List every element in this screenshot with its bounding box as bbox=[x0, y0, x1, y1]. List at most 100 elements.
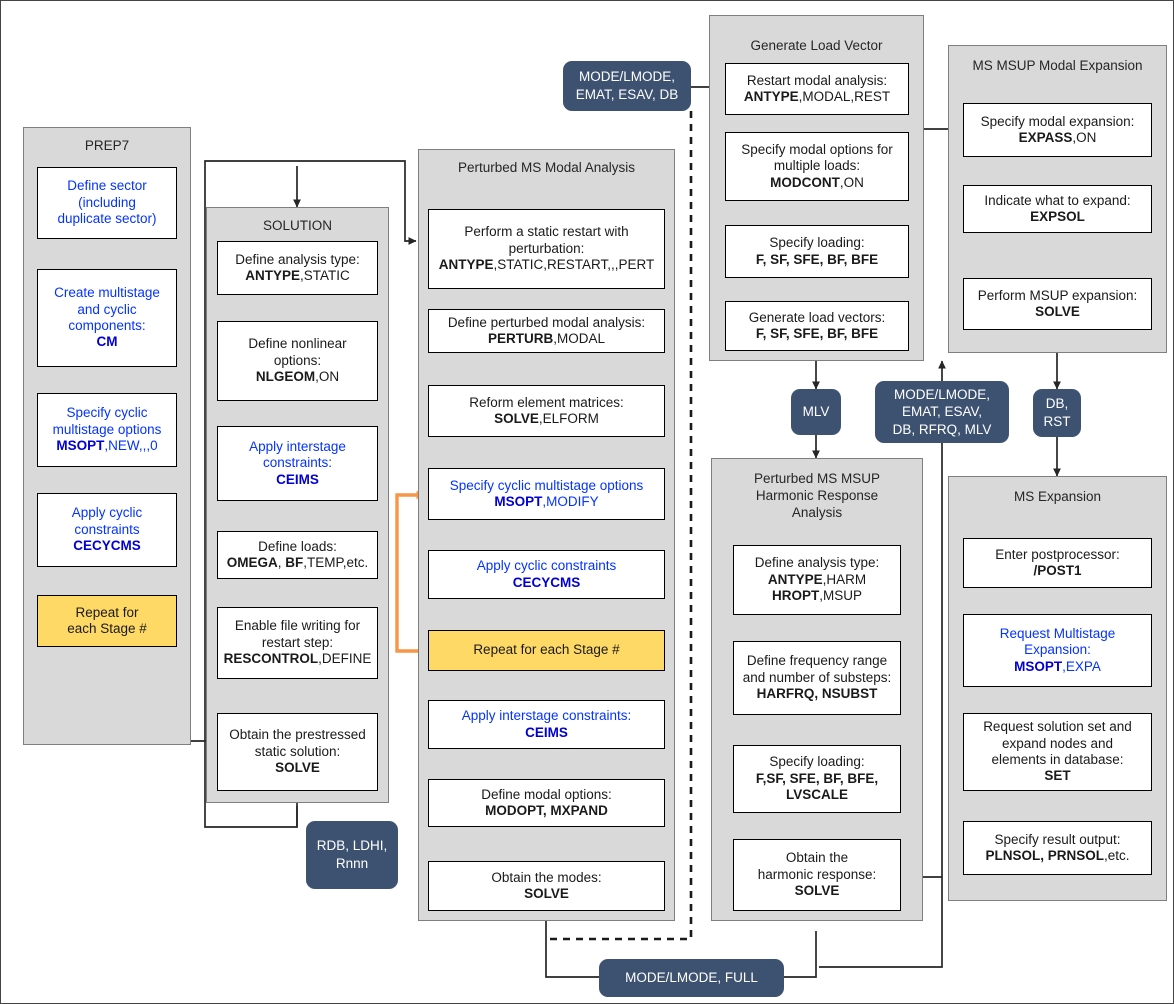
node-line2: static solution: bbox=[254, 743, 341, 759]
node-command: SET bbox=[1044, 768, 1071, 784]
node-apply-interstage-constraints-modal[interactable]: Apply interstage constraints: CEIMS bbox=[428, 700, 665, 749]
node-line2: Expansion: bbox=[1024, 642, 1091, 658]
node-command: CECYCMS bbox=[512, 574, 581, 590]
node-specify-loading-lv[interactable]: Specify loading: F, SF, SFE, BF, BFE bbox=[725, 225, 909, 278]
node-request-multistage-expansion[interactable]: Request Multistage Expansion: MSOPT,EXPA bbox=[963, 614, 1152, 687]
node-line2: multistage options bbox=[52, 421, 162, 437]
node-line1: Define loads: bbox=[258, 538, 337, 554]
node-command2: LVSCALE bbox=[785, 787, 848, 803]
node-reform-element-matrices[interactable]: Reform element matrices: SOLVE,ELFORM bbox=[428, 385, 665, 437]
node-indicate-what-to-expand[interactable]: Indicate what to expand: EXPSOL bbox=[963, 185, 1152, 233]
node-define-loads[interactable]: Define loads: OMEGA, BF,TEMP,etc. bbox=[217, 531, 378, 579]
node-request-solution-set[interactable]: Request solution set and expand nodes an… bbox=[963, 713, 1152, 791]
group-title-generate-load-vector: Generate Load Vector bbox=[750, 38, 883, 53]
node-repeat-stage-prep7[interactable]: Repeat for each Stage # bbox=[37, 595, 177, 647]
badge-line2: EMAT, ESAV, bbox=[901, 404, 982, 420]
node-define-modal-options[interactable]: Define modal options: MODOPT, MXPAND bbox=[428, 779, 665, 827]
node-args: ,DEFINE bbox=[318, 651, 372, 667]
node-args: ,ON bbox=[839, 174, 864, 190]
node-line1: Define sector bbox=[67, 178, 147, 194]
node-command: MODOPT, MXPAND bbox=[485, 803, 608, 818]
badge-line1: MODE/LMODE, bbox=[893, 386, 990, 402]
group-title-harmonic-l1: Perturbed MS MSUP bbox=[753, 471, 881, 486]
node-line1: Request Multistage bbox=[999, 625, 1116, 641]
node-obtain-harmonic-response[interactable]: Obtain the harmonic response: SOLVE bbox=[733, 839, 901, 911]
node-line1: Define nonlinear bbox=[248, 336, 347, 352]
badge-line1: RDB, LDHI, bbox=[316, 838, 388, 854]
node-line2: multiple loads: bbox=[773, 158, 861, 174]
node-command: MSOPT bbox=[1014, 658, 1063, 674]
node-args: ,EXPA bbox=[1062, 658, 1101, 674]
node-line1: Apply interstage constraints: bbox=[461, 708, 632, 724]
node-line1: Define analysis type: bbox=[235, 251, 360, 267]
node-apply-interstage-constraints-solution[interactable]: Apply interstage constraints: CEIMS bbox=[217, 426, 378, 501]
node-specify-modal-options-multiple-loads[interactable]: Specify modal options for multiple loads… bbox=[725, 132, 909, 201]
badge-mlv: MLV bbox=[791, 389, 841, 435]
node-define-analysis-type-static[interactable]: Define analysis type: ANTYPE,STATIC bbox=[217, 241, 378, 295]
node-specify-result-output[interactable]: Specify result output: PLNSOL, PRNSOL,et… bbox=[963, 821, 1152, 875]
node-command: F, SF, SFE, BF, BFE bbox=[755, 251, 879, 267]
node-args: ,STATIC,RESTART,,,PERT bbox=[493, 257, 655, 273]
node-static-restart-perturbation[interactable]: Perform a static restart with perturbati… bbox=[428, 209, 665, 289]
node-line1: Define analysis type: bbox=[754, 555, 880, 571]
node-create-components[interactable]: Create multistage and cyclic components:… bbox=[37, 269, 177, 367]
node-line2: expand nodes and bbox=[1001, 735, 1114, 751]
node-define-analysis-type-harm[interactable]: Define analysis type: ANTYPE,HARM HROPT,… bbox=[733, 545, 901, 615]
node-line1: Reform element matrices: bbox=[469, 394, 624, 410]
node-command2: BF bbox=[285, 555, 304, 570]
node-line2: options: bbox=[273, 352, 322, 368]
node-line1: Define frequency range bbox=[746, 653, 888, 669]
node-line1: Create multistage bbox=[54, 285, 160, 301]
node-command: PLNSOL, PRNSOL bbox=[985, 848, 1104, 863]
node-perform-msup-expansion[interactable]: Perform MSUP expansion: SOLVE bbox=[963, 278, 1152, 330]
node-line1: Specify result output: bbox=[994, 831, 1121, 847]
badge-line2: EMAT, ESAV, DB bbox=[575, 87, 679, 102]
node-line1: Specify cyclic bbox=[66, 405, 148, 421]
node-define-nonlinear-options[interactable]: Define nonlinear options: NLGEOM,ON bbox=[217, 321, 378, 401]
node-enter-postprocessor[interactable]: Enter postprocessor: /POST1 bbox=[963, 538, 1152, 588]
node-specify-cyclic-options[interactable]: Specify cyclic multistage options MSOPT,… bbox=[37, 393, 177, 467]
node-command: PERTURB bbox=[487, 331, 554, 346]
node-command: CEIMS bbox=[525, 724, 568, 740]
node-restart-modal-analysis[interactable]: Restart modal analysis: ANTYPE,MODAL,RES… bbox=[725, 63, 909, 115]
node-specify-cyclic-options-modify[interactable]: Specify cyclic multistage options MSOPT,… bbox=[428, 468, 665, 520]
group-title-perturbed-modal: Perturbed MS Modal Analysis bbox=[457, 160, 636, 175]
node-line1: Generate load vectors: bbox=[748, 309, 886, 325]
node-command: NLGEOM bbox=[255, 369, 316, 385]
node-obtain-prestressed-static-solution[interactable]: Obtain the prestressed static solution: … bbox=[217, 713, 378, 791]
node-line2: each Stage # bbox=[67, 621, 147, 636]
node-define-perturbed-modal[interactable]: Define perturbed modal analysis: PERTURB… bbox=[428, 309, 665, 353]
node-line1: Specify cyclic multistage options bbox=[449, 477, 644, 493]
node-args: ,MODAL,REST bbox=[798, 89, 891, 104]
node-line1: Apply cyclic bbox=[71, 505, 143, 521]
node-line1: Repeat for each Stage # bbox=[473, 642, 620, 658]
node-command: ANTYPE bbox=[743, 89, 799, 104]
badge-mode-lmode-full: MODE/LMODE, FULL bbox=[599, 959, 784, 997]
node-enable-file-writing-restart[interactable]: Enable file writing for restart step: RE… bbox=[217, 607, 378, 679]
node-line1: Specify modal options for bbox=[741, 141, 893, 157]
badge-line1: MLV bbox=[802, 404, 830, 420]
node-args: ,ON bbox=[315, 369, 340, 385]
node-line1: Perform a static restart with bbox=[464, 224, 629, 240]
node-line1: Enter postprocessor: bbox=[995, 546, 1120, 562]
node-command: SOLVE bbox=[794, 883, 840, 899]
node-args: ,HARM bbox=[822, 571, 867, 587]
node-line1: Define modal options: bbox=[481, 786, 612, 802]
node-apply-cyclic-constraints[interactable]: Apply cyclic constraints CECYCMS bbox=[37, 493, 177, 567]
node-define-sector[interactable]: Define sector (including duplicate secto… bbox=[37, 167, 177, 239]
node-apply-cyclic-constraints-modal[interactable]: Apply cyclic constraints CECYCMS bbox=[428, 550, 665, 599]
node-specify-loading-harmonic[interactable]: Specify loading: F,SF, SFE, BF, BFE, LVS… bbox=[733, 745, 901, 813]
node-line1: Specify loading: bbox=[769, 235, 865, 251]
node-generate-load-vectors[interactable]: Generate load vectors: F, SF, SFE, BF, B… bbox=[725, 301, 909, 351]
node-specify-modal-expansion[interactable]: Specify modal expansion: EXPASS,ON bbox=[963, 103, 1152, 157]
node-define-frequency-range[interactable]: Define frequency range and number of sub… bbox=[733, 641, 901, 715]
node-line2: restart step: bbox=[261, 634, 334, 650]
node-obtain-the-modes[interactable]: Obtain the modes: SOLVE bbox=[428, 861, 665, 911]
node-repeat-stage-modal[interactable]: Repeat for each Stage # bbox=[428, 630, 665, 671]
node-command: SOLVE bbox=[494, 411, 539, 426]
badge-db-rst: DB, RST bbox=[1033, 389, 1081, 437]
node-line1: Define perturbed modal analysis: bbox=[447, 314, 646, 330]
group-title-prep7: PREP7 bbox=[84, 138, 130, 153]
group-title-harmonic-l2: Harmonic Response bbox=[755, 487, 879, 503]
node-command: CECYCMS bbox=[73, 538, 141, 554]
